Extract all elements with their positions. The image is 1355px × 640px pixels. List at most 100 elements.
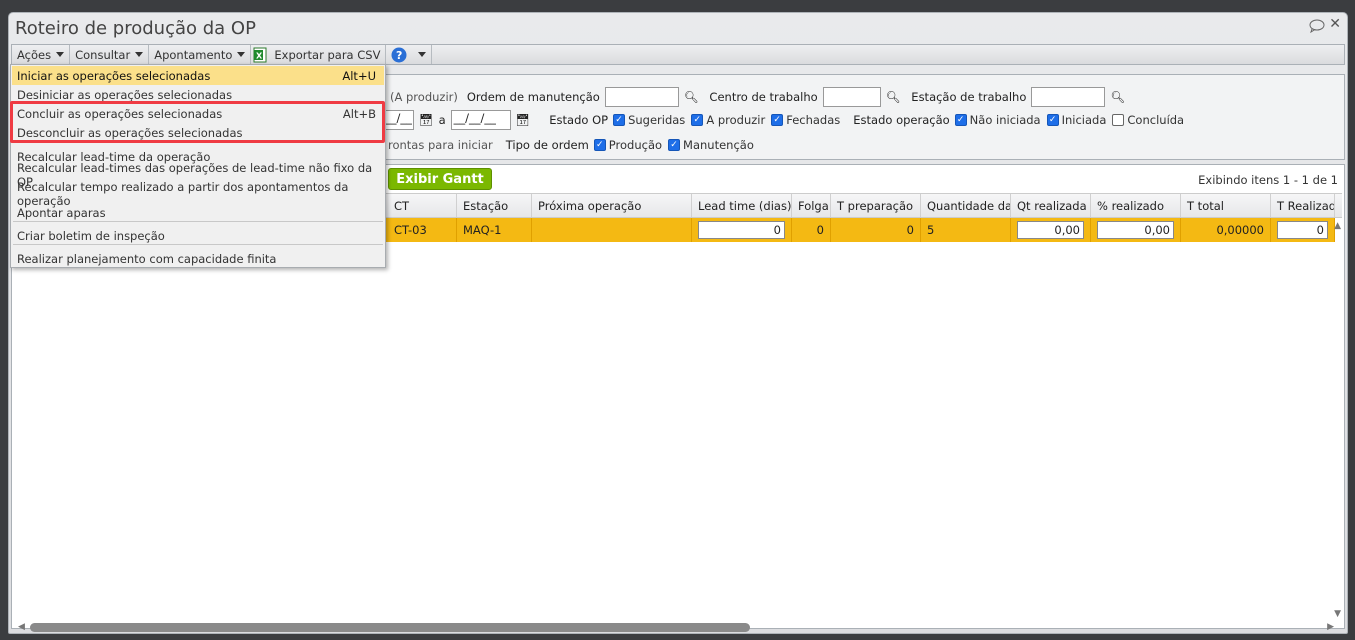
consultar-menu-button[interactable]: Consultar [70, 45, 150, 64]
column-header[interactable]: Lead time (dias) [692, 194, 792, 217]
column-header[interactable]: % realizado [1091, 194, 1181, 217]
date-to-input[interactable]: __/__/__ [450, 110, 511, 130]
export-csv-button[interactable]: X Exportar para CSV [251, 45, 387, 64]
checkbox-label: Iniciada [1061, 113, 1107, 127]
menu-separator [13, 244, 383, 245]
checkbox-label: Manutenção [683, 138, 754, 152]
search-icon[interactable]: 🔍︎ [886, 90, 901, 104]
table-cell: CT-03 [388, 218, 457, 242]
column-header[interactable]: Estação [457, 194, 532, 217]
checkbox-iniciada[interactable]: ✓ Iniciada [1046, 113, 1107, 127]
ordem-manutencao-input[interactable] [604, 87, 679, 107]
checkbox-sugeridas[interactable]: ✓ Sugeridas [613, 113, 685, 127]
help-menu-button[interactable]: ? [386, 45, 433, 64]
checkbox-box[interactable]: ✓ [613, 114, 626, 126]
column-header[interactable]: T preparação [831, 194, 921, 217]
column-header[interactable]: Qt realizada [1011, 194, 1091, 217]
checkbox-label: Não iniciada [969, 113, 1041, 127]
help-icon: ? [391, 47, 407, 62]
annotation-highlight-box [10, 101, 385, 143]
chat-icon[interactable] [1309, 19, 1325, 33]
checkbox-box[interactable]: ✓ [954, 114, 967, 126]
date-from-input[interactable]: __/__ [382, 110, 414, 130]
estado-op-label: Estado OP [549, 113, 609, 127]
paging-info: Exibindo itens 1 - 1 de 1 [1198, 173, 1338, 187]
centro-trabalho-label: Centro de trabalho [709, 90, 818, 104]
checkbox-box[interactable]: ✓ [668, 139, 681, 151]
table-cell[interactable]: 0,00 [1011, 218, 1091, 242]
menu-item[interactable]: Criar boletim de inspeção [12, 226, 384, 245]
menu-item-label: Desiniciar as operações selecionadas [17, 87, 233, 102]
checkbox-não-iniciada[interactable]: ✓ Não iniciada [954, 113, 1041, 127]
checkbox-box[interactable]: ✓ [593, 139, 606, 151]
menu-item-label: Realizar planejamento com capacidade fin… [17, 251, 277, 266]
centro-trabalho-input[interactable] [822, 87, 881, 107]
estacao-trabalho-label: Estação de trabalho [911, 90, 1027, 104]
menu-item[interactable]: Apontar aparas [12, 203, 384, 222]
table-cell: 0 [792, 218, 831, 242]
menu-separator [13, 221, 383, 222]
checkbox-box[interactable]: ✓ [771, 114, 784, 126]
acoes-label: Ações [17, 47, 52, 62]
cell-input[interactable]: 0 [1277, 221, 1328, 239]
scroll-up-arrow[interactable]: ▲ [1334, 221, 1341, 231]
column-header[interactable]: Próxima operação [532, 194, 692, 217]
column-header[interactable]: T Realizado [1271, 194, 1335, 217]
cell-input[interactable]: 0 [698, 221, 785, 239]
table-cell[interactable]: 0 [692, 218, 792, 242]
column-header[interactable]: T total [1181, 194, 1271, 217]
calendar-icon[interactable]: 📅︎ [419, 113, 434, 127]
checkbox-produção[interactable]: ✓ Produção [593, 138, 663, 152]
table-cell[interactable]: 0 [1271, 218, 1335, 242]
chevron-down-icon [135, 52, 144, 57]
menu-item-shortcut: Alt+U [342, 68, 376, 83]
calendar-icon[interactable]: 📅︎ [516, 113, 531, 127]
horizontal-scrollbar-thumb[interactable] [30, 623, 750, 632]
checkbox-box[interactable] [1112, 114, 1125, 126]
column-header[interactable]: Quantidade da [921, 194, 1011, 217]
date-separator: a [438, 113, 446, 127]
excel-icon: X [253, 47, 267, 62]
menu-item-label: Apontar aparas [17, 205, 106, 220]
menu-item[interactable]: Iniciar as operações selecionadas Alt+U [12, 66, 384, 85]
table-cell [532, 218, 692, 242]
apontamento-menu-button[interactable]: Apontamento [149, 45, 252, 64]
column-header[interactable]: Folga [792, 194, 831, 217]
table-cell[interactable]: 0,00 [1091, 218, 1181, 242]
checkbox-manutenção[interactable]: ✓ Manutenção [668, 138, 754, 152]
checkbox-label: Fechadas [786, 113, 841, 127]
table-cell: 0,00000 [1181, 218, 1271, 242]
svg-text:X: X [256, 51, 263, 60]
estacao-trabalho-input[interactable] [1031, 87, 1106, 107]
window-title: Roteiro de produção da OP [15, 18, 256, 39]
apontamento-label: Apontamento [154, 47, 233, 62]
menu-item[interactable]: Recalcular tempo realizado a partir dos … [12, 180, 384, 208]
cell-input[interactable]: 0,00 [1017, 221, 1084, 239]
filter-label: rontas para iniciar [388, 138, 493, 152]
export-label: Exportar para CSV [274, 47, 381, 62]
scroll-right-arrow[interactable]: ▶ [1327, 622, 1334, 632]
checkbox-fechadas[interactable]: ✓ Fechadas [771, 113, 840, 127]
checkbox-label: Produção [608, 138, 663, 152]
menu-item[interactable]: Realizar planejamento com capacidade fin… [12, 249, 384, 268]
scroll-left-arrow[interactable]: ◀ [18, 622, 25, 632]
scroll-down-arrow[interactable]: ▼ [1334, 609, 1341, 619]
close-icon[interactable]: ✕ [1329, 16, 1341, 32]
column-header[interactable]: CT [388, 194, 457, 217]
checkbox-box[interactable]: ✓ [691, 114, 704, 126]
acoes-menu-button[interactable]: Ações [12, 45, 71, 64]
search-icon[interactable]: 🔍︎ [1110, 90, 1125, 104]
consultar-label: Consultar [75, 47, 131, 62]
checkbox-concluída[interactable]: Concluída [1112, 113, 1184, 127]
chevron-down-icon [56, 52, 65, 57]
estado-operacao-label: Estado operação [853, 113, 950, 127]
exibir-gantt-button[interactable]: Exibir Gantt [388, 168, 492, 190]
checkbox-label: Sugeridas [628, 113, 686, 127]
checkbox-box[interactable]: ✓ [1046, 114, 1059, 126]
table-cell: MAQ-1 [457, 218, 532, 242]
chevron-down-icon [418, 52, 427, 57]
table-cell: 0 [831, 218, 921, 242]
cell-input[interactable]: 0,00 [1097, 221, 1174, 239]
checkbox-a-produzir[interactable]: ✓ A produzir [691, 113, 765, 127]
search-icon[interactable]: 🔍︎ [684, 90, 699, 104]
